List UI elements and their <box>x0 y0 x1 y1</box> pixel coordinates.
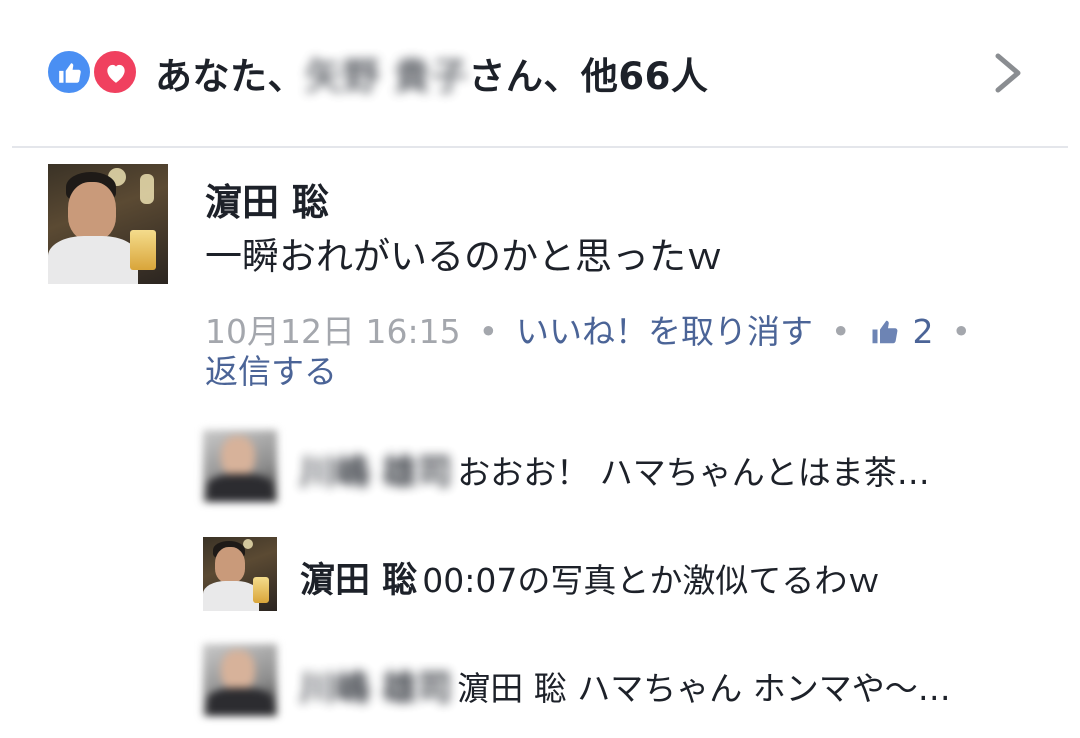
comment-text: 一瞬おれがいるのかと思ったｗ <box>205 235 723 278</box>
reactions-summary-row[interactable]: あなた、矢野 貴子さん、他66人 <box>0 0 1080 146</box>
reply-text: おおお！ ハマちゃんとはま茶… <box>457 453 930 492</box>
reply-author[interactable]: 濵田 聡 <box>300 561 417 601</box>
like-icon <box>45 48 93 96</box>
thumbs-up-icon <box>872 320 897 344</box>
reply-item[interactable]: 川嶋 雄司 おおお！ ハマちゃんとはま茶… <box>300 444 930 495</box>
like-count[interactable]: 2 <box>869 312 934 351</box>
love-icon <box>91 48 139 96</box>
reply-author[interactable]: 川嶋 雄司 <box>300 453 452 493</box>
reply-text: 濵田 聡 ハマちゃん ホンマや〜… <box>457 669 951 708</box>
like-count-number: 2 <box>912 312 934 351</box>
chevron-right-icon[interactable] <box>990 50 1026 96</box>
reaction-summary-prefix: あなた、 <box>155 55 305 98</box>
reaction-summary-text: あなた、矢野 貴子さん、他66人 <box>155 46 708 100</box>
reaction-icons <box>45 48 145 98</box>
blurred-reactor-name: 矢野 貴子 <box>305 55 469 98</box>
reply-item[interactable]: 濵田 聡 00:07の写真とか激似てるわｗ <box>300 552 880 603</box>
reply-button[interactable]: 返信する <box>205 345 337 393</box>
avatar[interactable] <box>48 164 168 284</box>
reply-author[interactable]: 川嶋 雄司 <box>300 669 452 709</box>
avatar[interactable] <box>203 430 277 502</box>
reply-text: 00:07の写真とか激似てるわｗ <box>422 561 881 600</box>
reaction-summary-suffix: さん、他66人 <box>468 55 709 98</box>
unlike-button[interactable]: いいね！を取り消す <box>516 312 813 351</box>
comment-author[interactable]: 濵田 聡 <box>205 172 329 226</box>
avatar[interactable] <box>203 537 277 611</box>
divider <box>12 146 1068 148</box>
avatar[interactable] <box>203 644 277 716</box>
comments-panel: あなた、矢野 貴子さん、他66人 濵田 聡 一瞬おれがいるのかと思ったｗ 10月… <box>0 0 1080 738</box>
reply-item[interactable]: 川嶋 雄司 濵田 聡 ハマちゃん ホンマや〜… <box>300 660 951 711</box>
